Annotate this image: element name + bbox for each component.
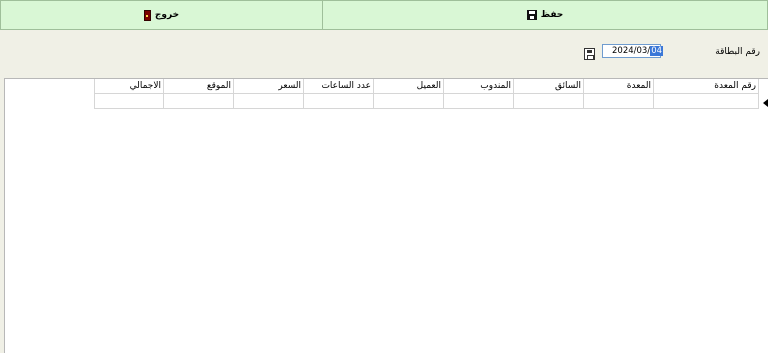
column-header-driver[interactable]: السائق <box>514 79 584 94</box>
table-cell[interactable] <box>374 94 444 109</box>
toolbar: خروج حفظ <box>0 0 768 30</box>
column-header-price[interactable]: السعر <box>234 79 304 94</box>
table-cell[interactable] <box>654 94 759 109</box>
column-header-client[interactable]: العميل <box>374 79 444 94</box>
date-field[interactable]: 2024/03/04 <box>602 44 664 58</box>
card-number-label: رقم البطاقة <box>715 47 760 57</box>
column-header-hours[interactable]: عدد الساعات <box>304 79 374 94</box>
data-grid[interactable]: الاجمالي الموقع السعر عدد الساعات العميل… <box>4 78 768 353</box>
save-label: حفظ <box>540 10 564 20</box>
date-text: 2024/03/ <box>612 46 651 56</box>
table-cell[interactable] <box>234 94 304 109</box>
exit-icon <box>143 9 151 21</box>
table-cell[interactable] <box>94 94 164 109</box>
table-cell[interactable] <box>444 94 514 109</box>
grid-header-row: الاجمالي الموقع السعر عدد الساعات العميل… <box>94 79 759 94</box>
exit-label: خروج <box>154 10 180 20</box>
column-header-equipment-number[interactable]: رقم المعدة <box>654 79 759 94</box>
table-cell[interactable] <box>304 94 374 109</box>
column-header-total[interactable]: الاجمالي <box>94 79 164 94</box>
save-icon <box>526 10 537 20</box>
column-header-representative[interactable]: المندوب <box>444 79 514 94</box>
exit-button[interactable]: خروج <box>0 0 323 30</box>
date-selected-part: 04 <box>650 46 664 56</box>
current-row-indicator-icon <box>763 99 768 107</box>
save-button[interactable]: حفظ <box>323 0 768 30</box>
table-cell[interactable] <box>164 94 234 109</box>
save-small-icon[interactable] <box>584 48 595 60</box>
column-header-equipment[interactable]: المعدة <box>584 79 654 94</box>
table-cell[interactable] <box>514 94 584 109</box>
table-cell[interactable] <box>584 94 654 109</box>
table-row[interactable] <box>94 94 759 109</box>
column-header-location[interactable]: الموقع <box>164 79 234 94</box>
